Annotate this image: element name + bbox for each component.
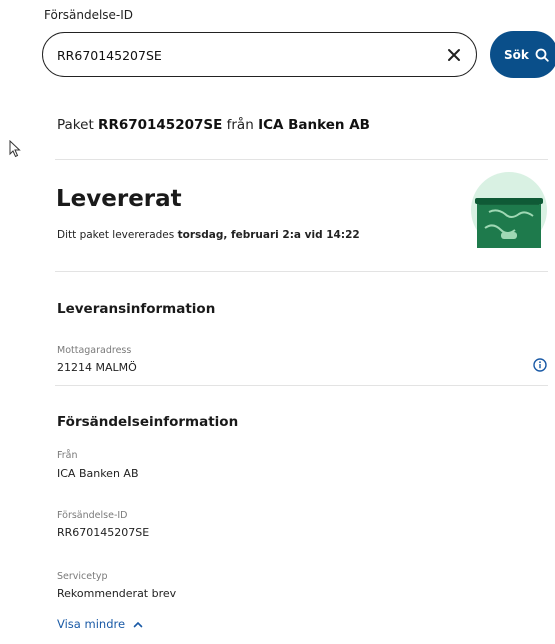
from-value: ICA Banken AB bbox=[57, 467, 139, 480]
shipment-id-label: Försändelse-ID bbox=[57, 510, 128, 521]
package-sender: ICA Banken AB bbox=[258, 117, 370, 133]
search-box[interactable] bbox=[42, 32, 477, 77]
status-title: Levererat bbox=[56, 186, 182, 212]
delivery-date: torsdag, februari 2:a vid 14:22 bbox=[177, 229, 360, 241]
search-input[interactable] bbox=[57, 45, 437, 65]
chevron-up-icon bbox=[133, 621, 143, 627]
service-type-label: Servicetyp bbox=[57, 571, 108, 582]
package-heading: Paket RR670145207SE från ICA Banken AB bbox=[57, 117, 370, 133]
status-description: Ditt paket levererades torsdag, februari… bbox=[57, 229, 360, 241]
divider bbox=[55, 271, 548, 272]
divider bbox=[55, 385, 548, 386]
search-label: Försändelse-ID bbox=[44, 8, 134, 22]
service-type-value: Rekommenderat brev bbox=[57, 587, 177, 600]
package-id: RR670145207SE bbox=[98, 117, 223, 133]
from-label: Från bbox=[57, 450, 78, 461]
recipient-label: Mottagaradress bbox=[57, 345, 132, 356]
info-icon[interactable] bbox=[533, 358, 547, 372]
show-less-label: Visa mindre bbox=[57, 617, 126, 631]
delivery-info-title: Leveransinformation bbox=[57, 301, 216, 317]
search-icon bbox=[535, 48, 549, 62]
clear-icon bbox=[448, 49, 460, 61]
show-less-link[interactable]: Visa mindre bbox=[57, 617, 143, 631]
search-button-label: Sök bbox=[504, 47, 529, 62]
search-button[interactable]: Sök bbox=[490, 31, 555, 78]
mailbox-icon bbox=[471, 172, 547, 248]
cursor-icon bbox=[9, 140, 21, 158]
clear-button[interactable] bbox=[444, 45, 464, 65]
shipment-info-title: Försändelseinformation bbox=[57, 414, 239, 430]
recipient-value: 21214 MALMÖ bbox=[57, 361, 137, 374]
divider bbox=[55, 159, 548, 160]
shipment-id-value: RR670145207SE bbox=[57, 526, 150, 539]
